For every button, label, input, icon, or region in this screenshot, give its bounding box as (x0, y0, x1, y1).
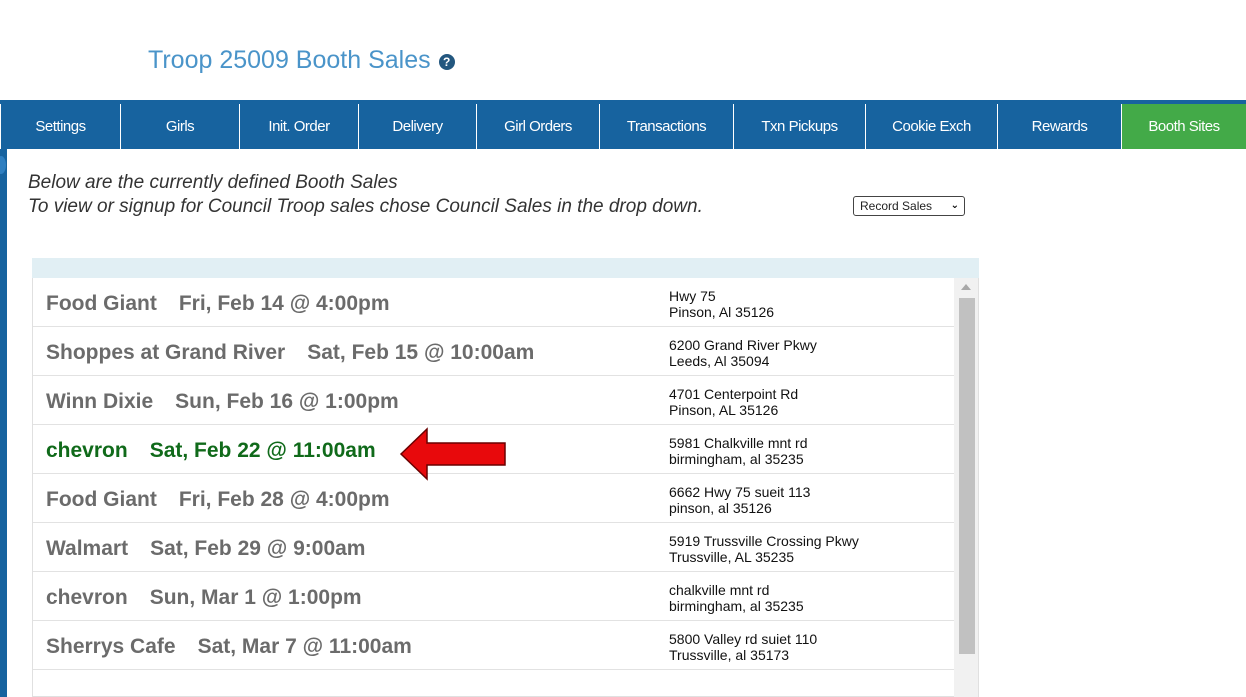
booth-row[interactable]: Winn Dixie Sun, Feb 16 @ 1:00pm 4701 Cente… (33, 376, 955, 425)
booth-address-line1: 5981 Chalkville mnt rd (669, 435, 808, 451)
booth-address-line1: 5800 Valley rd suiet 110 (669, 631, 818, 647)
nav-tab-rewards[interactable]: Rewards (998, 104, 1122, 149)
red-arrow-left-icon (399, 427, 506, 481)
booth-address: 5919 Trussville Crossing Pkwy Trussville,… (669, 533, 859, 565)
booth-address: 5800 Valley rd suiet 110 Trussville, al 3… (669, 631, 817, 663)
booth-datetime: Sat, Feb 29 @ 9:00am (150, 537, 366, 560)
booth-title: Food Giant Fri, Feb 14 @ 4:00pm (46, 292, 390, 316)
nav-tab-girls[interactable]: Girls (121, 104, 240, 149)
booth-title: Walmart Sat, Feb 29 @ 9:00am (46, 537, 365, 561)
booth-datetime: Fri, Feb 14 @ 4:00pm (178, 292, 390, 315)
nav-tab-init-order[interactable]: Init. Order (240, 104, 359, 149)
nav-tab-girl-orders[interactable]: Girl Orders (477, 104, 600, 149)
booth-datetime: Sun, Feb 16 @ 1:00pm (175, 390, 399, 413)
booth-table-header (32, 258, 979, 278)
booth-datetime: Sat, Mar 7 @ 11:00am (197, 635, 412, 658)
sales-type-select-value: Record Sales (860, 199, 933, 213)
intro-line-1: Below are the currently defined Booth Sa… (28, 172, 398, 193)
booth-address-line1: 5919 Trussville Crossing Pkwy (669, 533, 859, 549)
booth-title: Winn Dixie Sun, Feb 16 @ 1:00pm (46, 390, 399, 414)
booth-address-line2: birmingham, al 35235 (669, 598, 804, 614)
booth-title: chevron Sun, Mar 1 @ 1:00pm (46, 586, 362, 610)
booth-address-line2: Trussville, al 35173 (669, 647, 790, 663)
booth-address: 6662 Hwy 75 sueit 113 pinson, al 35126 (669, 484, 810, 516)
nav-tab-booth-sites[interactable]: Booth Sites (1122, 104, 1246, 149)
booth-address: 6200 Grand River Pkwy Leeds, Al 35094 (669, 337, 817, 369)
booth-row[interactable]: Shoppes at Grand River Sat, Feb 15 @ 10:0… (33, 327, 955, 376)
intro-line-2: To view or signup for Council Troop sale… (28, 196, 703, 217)
booth-row[interactable]: Sherrys Cafe Sat, Mar 7 @ 11:00am 5800 Val… (33, 621, 955, 670)
booth-list: Food Giant Fri, Feb 14 @ 4:00pm Hwy 75 Pins… (32, 278, 979, 697)
help-icon[interactable]: ? (438, 53, 455, 70)
booth-address-line1: 6200 Grand River Pkwy (669, 337, 817, 353)
booth-row[interactable]: Food Giant Fri, Feb 28 @ 4:00pm 6662 Hwy 7… (33, 474, 955, 523)
scroll-up-arrow-icon[interactable] (961, 284, 971, 290)
page-title: Troop 25009 Booth Sales ? (148, 46, 455, 75)
booth-address-line1: 6662 Hwy 75 sueit 113 (669, 484, 811, 500)
booth-name: Food Giant (46, 488, 157, 511)
booth-name: Walmart (46, 537, 129, 560)
booth-row-partial (33, 670, 955, 696)
sales-type-select[interactable]: Record Sales ⌄ (853, 196, 965, 216)
booth-address: Hwy 75 Pinson, Al 35126 (669, 288, 774, 320)
nav-tab-settings[interactable]: Settings (1, 104, 121, 149)
booth-name: Shoppes at Grand River (46, 341, 286, 364)
booth-datetime: Sat, Feb 22 @ 11:00am (149, 439, 376, 462)
booth-address: 4701 Centerpoint Rd Pinson, AL 35126 (669, 386, 798, 418)
booth-datetime: Sun, Mar 1 @ 1:00pm (149, 586, 362, 609)
page-title-text: Troop 25009 Booth Sales (148, 46, 431, 74)
nav-tab-cookie-exch[interactable]: Cookie Exch (866, 104, 998, 149)
booth-title: Food Giant Fri, Feb 28 @ 4:00pm (46, 488, 390, 512)
booth-address: 5981 Chalkville mnt rd birmingham, al 352… (669, 435, 808, 467)
main-nav: Settings Girls Init. Order Delivery Girl Ord… (0, 100, 1246, 149)
chevron-down-icon: ⌄ (950, 200, 959, 211)
booth-address-line2: Pinson, AL 35126 (669, 402, 779, 418)
booth-row[interactable]: Walmart Sat, Feb 29 @ 9:00am 5919 Trussvil… (33, 523, 955, 572)
booth-address-line2: Trussville, AL 35235 (669, 549, 795, 565)
booth-name: chevron (46, 439, 128, 462)
intro-text: Below are the currently defined Booth Sa… (28, 171, 708, 219)
nav-tab-txn-pickups[interactable]: Txn Pickups (734, 104, 866, 149)
booth-address-line2: Pinson, Al 35126 (669, 304, 775, 320)
booth-datetime: Sat, Feb 15 @ 10:00am (307, 341, 535, 364)
booth-datetime: Fri, Feb 28 @ 4:00pm (178, 488, 390, 511)
booth-name: Food Giant (46, 292, 157, 315)
booth-address-line2: Leeds, Al 35094 (669, 353, 770, 369)
booth-address-line2: pinson, al 35126 (669, 500, 772, 516)
left-edge-strip (0, 149, 7, 697)
booth-title: chevron Sat, Feb 22 @ 11:00am (46, 439, 376, 463)
booth-title: Sherrys Cafe Sat, Mar 7 @ 11:00am (46, 635, 412, 659)
booth-name: Winn Dixie (46, 390, 154, 413)
nav-tab-delivery[interactable]: Delivery (359, 104, 477, 149)
booth-address-line2: birmingham, al 35235 (669, 451, 804, 467)
booth-address-line1: Hwy 75 (669, 288, 716, 304)
booth-row[interactable]: chevron Sun, Mar 1 @ 1:00pm chalkville mnt… (33, 572, 955, 621)
booth-name: Sherrys Cafe (46, 635, 176, 658)
booth-address: chalkville mnt rd birmingham, al 35235 (669, 582, 804, 614)
booth-address-line1: 4701 Centerpoint Rd (669, 386, 799, 402)
booth-address-line1: chalkville mnt rd (669, 582, 770, 598)
booth-title: Shoppes at Grand River Sat, Feb 15 @ 10:0… (46, 341, 534, 365)
scroll-thumb[interactable] (959, 298, 975, 654)
booth-row[interactable]: Food Giant Fri, Feb 14 @ 4:00pm Hwy 75 Pins… (33, 278, 955, 327)
nav-tab-transactions[interactable]: Transactions (600, 104, 734, 149)
booth-name: chevron (46, 586, 128, 609)
booth-list-scrollbar[interactable] (954, 278, 978, 697)
